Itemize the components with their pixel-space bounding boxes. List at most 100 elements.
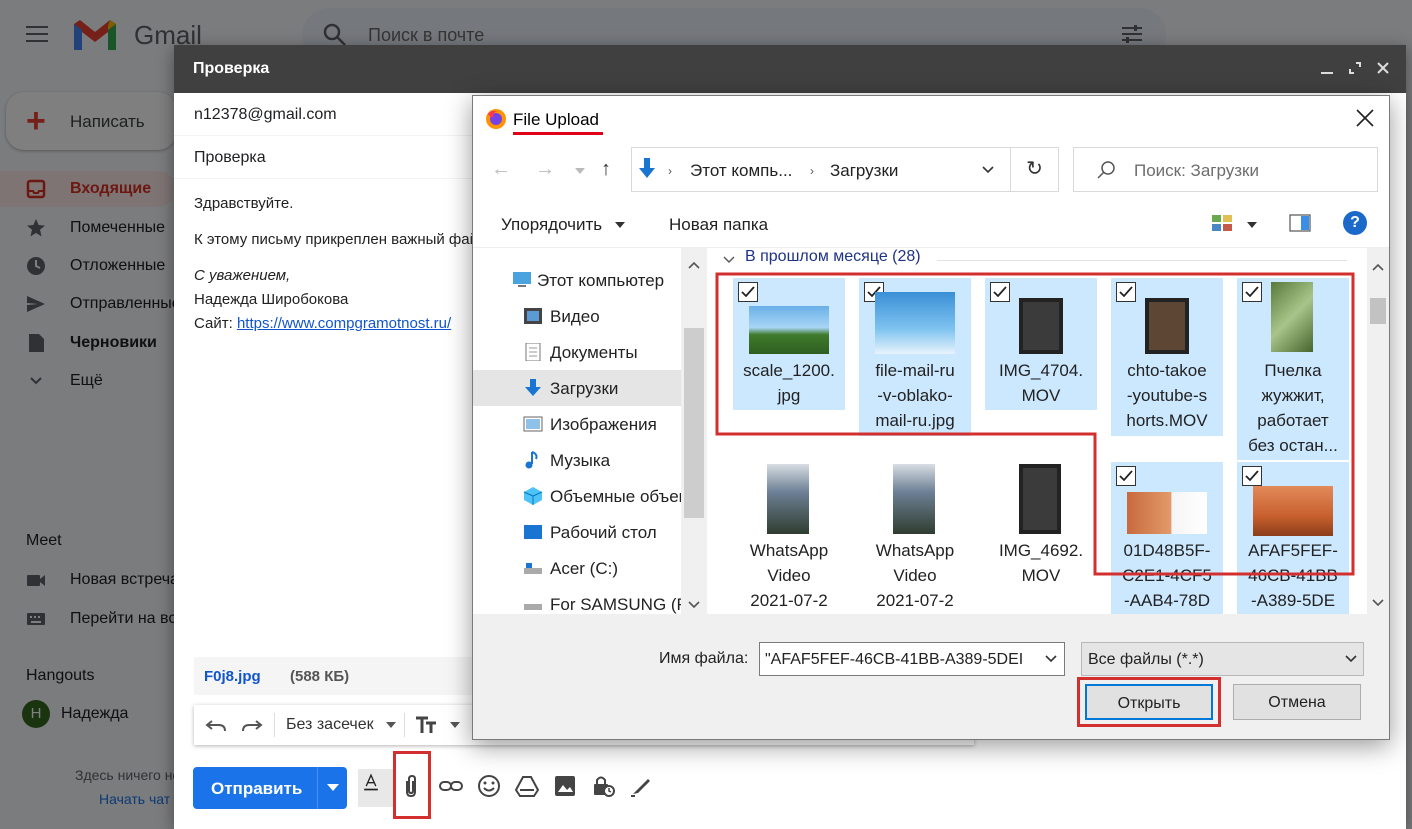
attachment-chip[interactable]: F0j8.jpg (588 КБ) [194,657,484,695]
size-chevron-icon [450,722,460,728]
recipients-field[interactable]: n12378@gmail.com [174,93,474,136]
drive-icon [523,595,543,613]
insert-photo-icon[interactable] [552,773,582,803]
recent-chevron-icon[interactable] [575,168,585,174]
body-greeting[interactable]: Здравствуйте. [194,195,293,212]
address-chevron-icon[interactable] [980,161,996,182]
filetype-select[interactable]: Все файлы (*.*) [1081,642,1364,676]
file-upload-dialog: File Upload ← → ↑ › Этот компь... › Загр… [472,95,1390,740]
compose-header: Проверка [174,45,1406,93]
nav-documents[interactable]: Документы [473,334,681,370]
subject-field[interactable]: Проверка [174,136,474,179]
command-bar: Упорядочить Новая папка ? [473,198,1389,248]
body-line[interactable]: К этому письму прикреплен важный файл [194,231,487,248]
cancel-label: Отмена [1268,694,1326,711]
toolbar-divider [404,713,405,737]
filetype-chevron-icon [1344,652,1358,671]
breadcrumb-item[interactable]: Этот компь... [690,161,792,181]
dialog-titlebar: File Upload [473,96,1389,142]
new-folder-button[interactable]: Новая папка [669,215,768,235]
folder-search-input[interactable]: Поиск: Загрузки [1073,147,1378,192]
body-signature-name[interactable]: Надежда Широбокова [194,291,348,308]
attach-highlight-box [393,751,431,819]
scroll-down-icon[interactable] [688,596,700,614]
nav-music[interactable]: Музыка [473,442,681,478]
nav-label: Изображения [550,415,657,434]
title-underline [513,132,603,135]
filetype-value: Все файлы (*.*) [1088,651,1204,668]
computer-icon [511,271,531,289]
nav-scrollbar[interactable] [681,248,707,614]
text-format-icon[interactable] [358,769,394,807]
body-site-line[interactable]: Сайт: https://www.compgramotnost.ru/ [194,315,451,332]
nav-this-pc[interactable]: Этот компьютер [473,262,681,298]
attachment-name: F0j8.jpg [204,668,261,685]
nav-3d-objects[interactable]: Объемные объекты [473,478,706,514]
breadcrumb-item[interactable]: Загрузки [830,161,898,181]
fullscreen-icon[interactable] [1344,57,1366,79]
nav-desktop[interactable]: Рабочий стол [473,514,681,550]
undo-icon[interactable] [204,713,228,742]
site-label: Сайт: [194,315,233,332]
close-icon[interactable] [1355,108,1375,128]
send-button[interactable]: Отправить [193,767,347,809]
send-options-chevron-icon[interactable] [327,784,339,791]
downloads-icon [523,379,543,397]
filename-input[interactable]: "AFAF5FEF-46CB-41BB-A389-5DEI [759,642,1065,676]
breadcrumb-separator-icon: › [810,164,814,178]
filename-chevron-icon[interactable] [1044,652,1058,671]
open-highlight-box [1077,677,1221,727]
scroll-up-icon[interactable] [688,256,700,274]
preview-pane-icon[interactable] [1289,214,1311,237]
images-icon [523,415,543,433]
nav-label: For SAMSUNG (F:) [550,595,681,614]
organize-button[interactable]: Упорядочить [501,215,602,235]
dialog-navigation-bar: ← → ↑ › Этот компь... › Загрузки ↻ Поиск… [473,142,1389,198]
compose-title: Проверка [193,60,270,77]
send-divider [317,767,318,809]
view-options-icon[interactable] [1211,214,1233,237]
scroll-up-icon[interactable] [1372,258,1384,276]
nav-label: Этот компьютер [537,271,665,290]
search-placeholder: Поиск: Загрузки [1134,161,1259,180]
firefox-icon [485,108,507,130]
back-arrow-icon[interactable]: ← [491,158,511,181]
forward-arrow-icon[interactable]: → [535,158,555,181]
nav-scrollbar-thumb[interactable] [684,328,704,518]
navigation-pane: Этот компьютер Видео Документы Загрузки … [473,248,707,614]
signature-icon[interactable] [628,773,658,803]
redo-icon[interactable] [240,713,264,742]
body-closing[interactable]: С уважением, [194,267,290,284]
file-scrollbar-thumb[interactable] [1370,298,1386,324]
nav-label: Рабочий стол [550,523,657,542]
address-bar[interactable]: › Этот компь... › Загрузки [631,147,1011,192]
scroll-down-icon[interactable] [1372,594,1384,612]
nav-video[interactable]: Видео [473,298,681,334]
up-arrow-icon[interactable]: ↑ [601,158,611,181]
close-icon[interactable] [1372,57,1394,79]
site-link[interactable]: https://www.compgramotnost.ru/ [237,315,451,332]
google-drive-icon[interactable] [514,773,544,803]
minimize-icon[interactable] [1316,57,1338,79]
dialog-title: File Upload [513,110,599,129]
documents-icon [523,342,543,362]
refresh-icon[interactable]: ↻ [1011,147,1059,192]
nav-drive-c[interactable]: Acer (C:) [473,550,681,586]
video-folder-icon [523,307,543,325]
drive-icon [523,559,543,577]
file-list-pane: В прошлом месяце (28) scale_1200. jpg fil… [707,248,1389,614]
selection-highlight-outline [715,272,1355,576]
insert-link-icon[interactable] [438,773,468,803]
nav-label: Видео [550,307,600,326]
help-icon[interactable]: ? [1343,211,1367,235]
nav-drive-f[interactable]: For SAMSUNG (F:) [473,586,681,614]
cancel-button[interactable]: Отмена [1233,684,1361,720]
confidential-mode-icon[interactable] [590,773,620,803]
file-scrollbar[interactable] [1367,248,1389,614]
text-size-icon[interactable] [414,713,444,742]
nav-downloads[interactable]: Загрузки [473,370,681,406]
nav-images[interactable]: Изображения [473,406,681,442]
view-chevron-icon[interactable] [1247,222,1257,228]
emoji-icon[interactable] [476,773,506,803]
font-selector[interactable]: Без засечек [286,716,374,734]
